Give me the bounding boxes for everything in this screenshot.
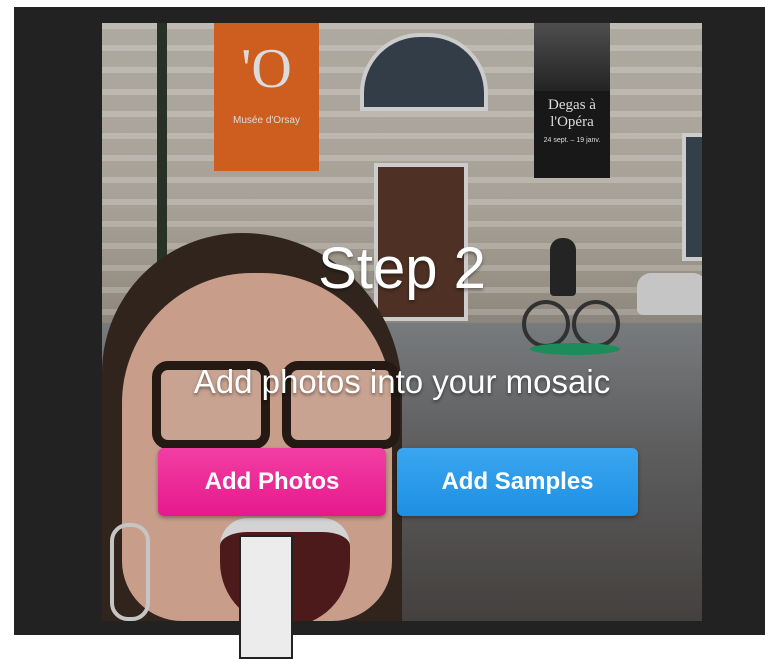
step-subtitle: Add photos into your mosaic xyxy=(193,363,611,400)
drag-handle[interactable] xyxy=(239,535,293,659)
add-samples-button[interactable]: Add Samples xyxy=(397,448,638,516)
add-photos-button[interactable]: Add Photos xyxy=(158,448,386,516)
photo-dim-overlay xyxy=(102,23,702,621)
step-title: Step 2 xyxy=(318,236,486,301)
background-photo: 'O Musée d'Orsay Degas à l'Opéra 24 sept… xyxy=(102,23,702,621)
